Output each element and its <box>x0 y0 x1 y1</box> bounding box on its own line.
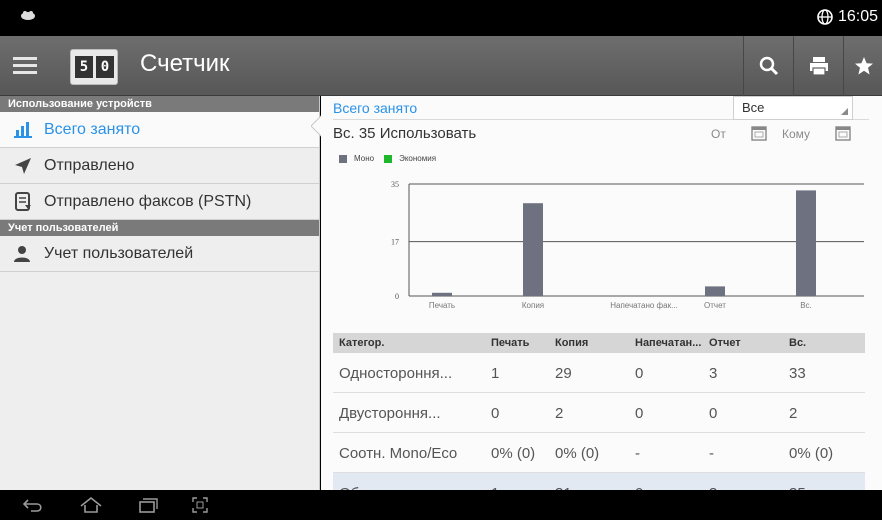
screenshot-icon[interactable] <box>192 497 208 513</box>
y-tick-label: 0 <box>395 292 399 301</box>
bar-chart-icon <box>14 121 44 138</box>
sidebar-item-label: Всего занято <box>44 120 141 138</box>
recent-apps-icon[interactable] <box>138 497 158 513</box>
counter-digit: 5 <box>75 56 93 78</box>
home-icon[interactable] <box>79 497 103 513</box>
chart-legend: Моно Экономия <box>339 154 436 163</box>
filter-selected: Все <box>742 100 765 115</box>
table-cell: - <box>635 445 640 462</box>
sidebar-item-total-used[interactable]: Всего занято <box>0 112 319 148</box>
bar-1 <box>523 203 543 296</box>
table-cell: 0 <box>709 405 718 422</box>
legend-swatch-eco <box>384 154 393 163</box>
table-cell: 33 <box>789 365 806 382</box>
sidebar-item-label: Учет пользователей <box>44 244 194 262</box>
table-cell: 29 <box>555 365 572 382</box>
table-cell: Одностороння... <box>339 365 453 382</box>
usage-bar-chart: 35 17 0 Печать Копия Напечатано фак... Отчет Вс… <box>391 180 864 310</box>
table-cell: 0% (0) <box>491 445 536 462</box>
x-tick-label: Напечатано фак... <box>610 301 678 310</box>
print-button[interactable] <box>797 36 841 96</box>
sidebar-item-sent-fax[interactable]: Отправлено факсов (PSTN) <box>0 184 319 220</box>
back-icon[interactable] <box>22 497 44 513</box>
bar-4 <box>796 190 816 296</box>
table-cell: 0% (0) <box>555 445 600 462</box>
favorite-button[interactable] <box>846 36 882 96</box>
bar-0 <box>432 292 452 296</box>
x-tick-label: Вс. <box>800 301 812 310</box>
table-cell: - <box>709 445 714 462</box>
column-header: Печать <box>491 337 530 349</box>
menu-icon-line <box>13 64 37 67</box>
legend-label-mono: Моно <box>354 154 375 163</box>
counter-digit: 0 <box>96 56 114 78</box>
filter-dropdown[interactable]: Все <box>733 96 853 120</box>
status-time: 16:05 <box>838 8 879 25</box>
column-header: Категор. <box>339 337 385 349</box>
column-header: Отчет <box>709 337 741 349</box>
user-icon <box>14 245 44 263</box>
sidebar-item-label: Отправлено факсов (PSTN) <box>44 192 252 210</box>
star-icon <box>855 57 873 75</box>
column-header: Вс. <box>789 337 807 349</box>
section-header-user-accounting: Учет пользователей <box>0 220 319 236</box>
usage-table: Категор. Печать Копия Напечатан... Отчет Вс. … <box>333 333 865 513</box>
globe-icon <box>817 9 833 25</box>
table-cell: Соотн. Mono/Eco <box>339 445 458 462</box>
status-bar: 16:05 <box>0 0 882 36</box>
table-cell: 0 <box>635 405 644 422</box>
section-header-device-usage: Использование устройств <box>0 96 319 112</box>
usage-title: Вс. 35 Использовать <box>333 125 477 142</box>
divider <box>793 36 794 96</box>
calendar-from-icon[interactable] <box>751 126 767 141</box>
action-bar: 5 0 Счетчик <box>0 36 882 96</box>
sidebar-item-sent[interactable]: Отправлено <box>0 148 319 184</box>
sidebar-item-user-accounting[interactable]: Учет пользователей <box>0 236 319 272</box>
search-button[interactable] <box>747 36 791 96</box>
table-cell: 0 <box>635 365 644 382</box>
to-label: Кому <box>782 127 811 141</box>
column-header: Копия <box>555 337 589 349</box>
divider <box>843 36 844 96</box>
legend-label-eco: Экономия <box>399 154 437 163</box>
menu-icon <box>13 57 37 60</box>
table-cell: 0% (0) <box>789 445 834 462</box>
table-cell: 2 <box>789 405 798 422</box>
table-cell: Двустороння... <box>339 405 441 422</box>
notification-icon <box>21 11 35 20</box>
y-tick-label: 17 <box>391 238 399 247</box>
table-row[interactable]: Двустороння... 0 2 0 0 2 <box>333 393 865 433</box>
table-row[interactable]: Соотн. Mono/Eco 0% (0) 0% (0) - - 0% (0) <box>333 433 865 473</box>
bar-3 <box>705 286 725 296</box>
divider <box>743 36 744 96</box>
send-icon <box>14 157 44 175</box>
search-icon <box>759 56 779 76</box>
column-header: Напечатан... <box>635 337 702 349</box>
y-tick-label: 35 <box>391 180 399 189</box>
table-cell: 2 <box>555 405 564 422</box>
table-cell: 1 <box>491 365 500 382</box>
navigation-bar <box>0 490 882 520</box>
menu-button[interactable] <box>0 36 50 96</box>
table-row[interactable]: Одностороння... 1 29 0 3 33 <box>333 353 865 393</box>
x-tick-label: Отчет <box>704 301 726 310</box>
table-cell: 3 <box>709 365 718 382</box>
x-tick-label: Печать <box>429 301 455 310</box>
calendar-to-icon[interactable] <box>835 126 851 141</box>
legend-swatch-mono <box>339 154 347 163</box>
sidebar-item-label: Отправлено <box>44 156 135 174</box>
main-panel: Всего занято Все Вс. 35 Использовать От … <box>321 96 882 513</box>
print-icon <box>810 57 828 76</box>
counter-app-icon: 5 0 <box>70 49 118 85</box>
table-body: Одностороння... 1 29 0 3 33 Двустороння... 0 2 0 0… <box>333 353 865 513</box>
fax-icon <box>14 191 44 212</box>
page-title: Счетчик <box>140 50 230 77</box>
table-header: Категор. Печать Копия Напечатан... Отчет Вс. <box>333 333 865 353</box>
table-cell: 0 <box>491 405 500 422</box>
menu-icon-line <box>13 71 37 74</box>
sidebar: Использование устройств Всего занято Отп… <box>0 96 320 490</box>
x-tick-label: Копия <box>522 301 544 310</box>
dropdown-corner-icon <box>841 108 848 115</box>
from-label: От <box>711 127 726 141</box>
